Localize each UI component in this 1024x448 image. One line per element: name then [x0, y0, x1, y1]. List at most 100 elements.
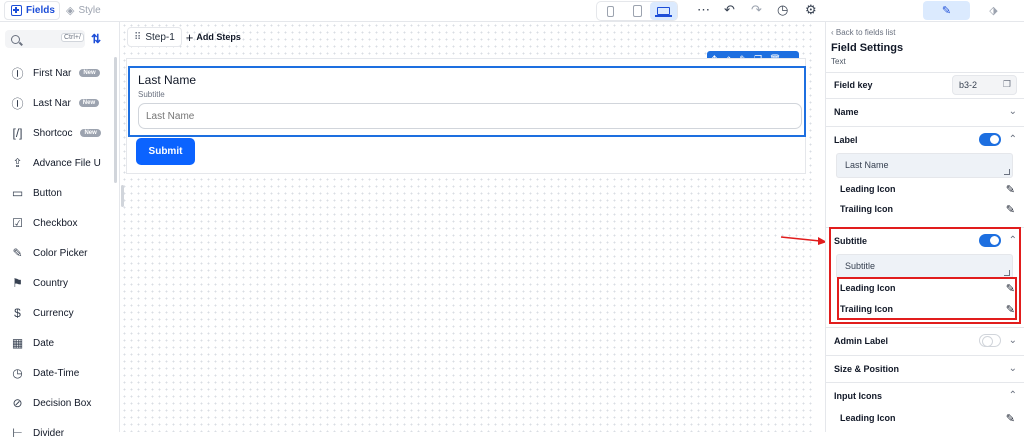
field-type-item[interactable]: ⚑ Country — [0, 268, 112, 298]
name-section-header[interactable]: Name ⌄ — [826, 98, 1024, 124]
undo-icon[interactable]: ↶ — [724, 3, 735, 17]
edit-icon[interactable]: ✎ — [1006, 183, 1015, 196]
step-label: Step-1 — [145, 31, 175, 43]
drag-handle-icon: ⠿ — [134, 31, 142, 43]
field-type-item[interactable]: $ Currency — [0, 298, 112, 328]
name-label: Name — [834, 106, 859, 117]
device-laptop-button[interactable] — [650, 2, 678, 20]
label-trailing-icon-label: Trailing Icon — [840, 204, 894, 214]
redo-icon[interactable]: ↷ — [751, 3, 762, 17]
field-type-icon: ⇪ — [12, 156, 23, 170]
field-key-input[interactable]: b3-2 ❐ — [952, 74, 1017, 95]
field-type-label: Decision Box — [33, 397, 92, 409]
field-type-item[interactable]: [/] Shortcoc New — [0, 118, 112, 148]
chevron-up-icon: ⌃ — [1008, 390, 1017, 401]
panel-tabs: ✎ ⬗ — [923, 1, 1017, 20]
add-steps-button[interactable]: + Add Steps — [186, 30, 241, 45]
device-switcher — [596, 1, 678, 21]
field-type-item[interactable]: ⇪ Advance File U — [0, 148, 112, 178]
field-type-item[interactable]: Ⓘ First Nar New — [0, 58, 112, 88]
chevron-up-icon[interactable]: ⌃ — [1009, 134, 1017, 145]
admin-label-label: Admin Label — [834, 335, 889, 346]
input-icons-section-header[interactable]: Input Icons ⌃ — [826, 382, 1024, 408]
selected-field[interactable]: Last Name Subtitle — [128, 66, 806, 137]
sidebar-scrollbar[interactable] — [114, 57, 117, 183]
copy-icon[interactable]: ❐ — [1003, 79, 1011, 90]
edit-icon[interactable]: ✎ — [1006, 412, 1015, 425]
size-position-section-header[interactable]: Size & Position ⌄ — [826, 355, 1024, 381]
settings-gear-icon[interactable]: ⚙ — [805, 3, 817, 17]
field-type-item[interactable]: ▦ Date — [0, 328, 112, 358]
tab-field-settings[interactable]: ✎ — [923, 1, 970, 20]
field-type-icon: ✎ — [12, 246, 23, 260]
last-name-input[interactable] — [138, 103, 802, 129]
top-toolbar: Fields ◈ Style ⋯ ↶ ↷ ◷ ⚙ ✎ ⬗ — [0, 0, 1024, 22]
field-type-label: Last Nar — [33, 97, 71, 109]
field-type-item[interactable]: ☑ Checkbox — [0, 208, 112, 238]
fields-sidebar: Ctrl+/ ⇅ Ⓘ First Nar New Ⓘ Last Nar New [/] Sho… — [0, 22, 120, 440]
device-phone-button[interactable] — [597, 2, 624, 20]
more-icon[interactable]: ⋯ — [697, 3, 710, 17]
field-type: Text — [831, 57, 846, 66]
tablet-icon — [632, 5, 642, 17]
field-subtitle: Subtitle — [138, 90, 165, 99]
history-icon[interactable]: ◷ — [777, 3, 788, 17]
label-toggle[interactable] — [978, 133, 1001, 146]
chevron-down-icon[interactable]: ⌄ — [1009, 335, 1017, 346]
back-to-fields-link[interactable]: ‹ Back to fields list — [831, 28, 895, 37]
phone-icon — [606, 5, 614, 17]
field-type-item[interactable]: ▭ Button — [0, 178, 112, 208]
field-type-label: Shortcoc — [33, 127, 73, 139]
field-settings-panel: ‹ Back to fields list Field Settings Tex… — [825, 22, 1024, 432]
admin-label-toggle[interactable] — [978, 334, 1001, 347]
submit-button[interactable]: Submit — [136, 138, 195, 165]
steps-bar: ⠿ Step-1 + Add Steps — [127, 27, 241, 47]
step-tab[interactable]: ⠿ Step-1 — [127, 27, 182, 47]
tab-style[interactable]: ◈ Style — [66, 1, 118, 20]
edit-icon: ✎ — [941, 5, 952, 17]
field-type-label: Date — [33, 337, 55, 349]
field-type-icon: ⊢ — [12, 426, 23, 440]
chevron-down-icon: ⌄ — [1008, 363, 1017, 374]
field-type-label: First Nar — [33, 67, 72, 79]
tab-fields[interactable]: Fields — [4, 1, 60, 20]
field-type-icon: [/] — [12, 126, 23, 140]
field-key-value: b3-2 — [959, 79, 978, 90]
field-type-icon: Ⓘ — [11, 96, 24, 111]
field-type-label: Country — [33, 277, 69, 289]
new-badge: New — [80, 129, 101, 137]
form-card: Last Name Subtitle Submit — [126, 58, 806, 174]
tab-field-style[interactable]: ⬗ — [970, 1, 1017, 20]
field-type-item[interactable]: ◷ Date-Time — [0, 358, 112, 388]
edit-icon[interactable]: ✎ — [1006, 203, 1015, 216]
input-icons-label: Input Icons — [834, 390, 882, 401]
field-type-icon: ⚑ — [12, 276, 23, 290]
canvas-scroll-handle[interactable] — [121, 185, 124, 207]
chevron-down-icon: ⌄ — [1008, 106, 1017, 117]
panel-title: Field Settings — [831, 42, 904, 54]
sort-icon[interactable]: ⇅ — [91, 32, 101, 46]
label-section-label: Label — [834, 134, 858, 145]
field-type-item[interactable]: ⊘ Decision Box — [0, 388, 112, 418]
tab-style-label: Style — [78, 5, 101, 16]
field-type-icon: ⊘ — [12, 396, 23, 410]
field-type-icon: ▭ — [11, 186, 24, 200]
field-type-icon: ▦ — [11, 336, 24, 350]
laptop-icon — [655, 7, 673, 17]
field-type-label: Date-Time — [33, 367, 80, 379]
search-input[interactable]: Ctrl+/ — [5, 30, 85, 48]
label-textarea[interactable]: Last Name — [836, 153, 1013, 178]
field-type-item[interactable]: ✎ Color Picker — [0, 238, 112, 268]
field-type-label: Divider — [33, 427, 65, 439]
field-type-icon: $ — [14, 306, 21, 320]
field-type-label: Advance File U — [33, 157, 101, 169]
device-tablet-button[interactable] — [624, 2, 651, 20]
size-position-label: Size & Position — [834, 363, 900, 374]
field-type-item[interactable]: Ⓘ Last Nar New — [0, 88, 112, 118]
plus-icon: + — [185, 29, 194, 45]
label-section-header: Label ⌃ — [826, 126, 1024, 152]
label-leading-icon-row: Leading Icon ✎ — [840, 179, 1015, 199]
field-type-label: Checkbox — [33, 217, 78, 229]
input-leading-icon-row: Leading Icon ✎ — [840, 408, 1015, 428]
field-type-item[interactable]: ⊢ Divider — [0, 418, 112, 448]
